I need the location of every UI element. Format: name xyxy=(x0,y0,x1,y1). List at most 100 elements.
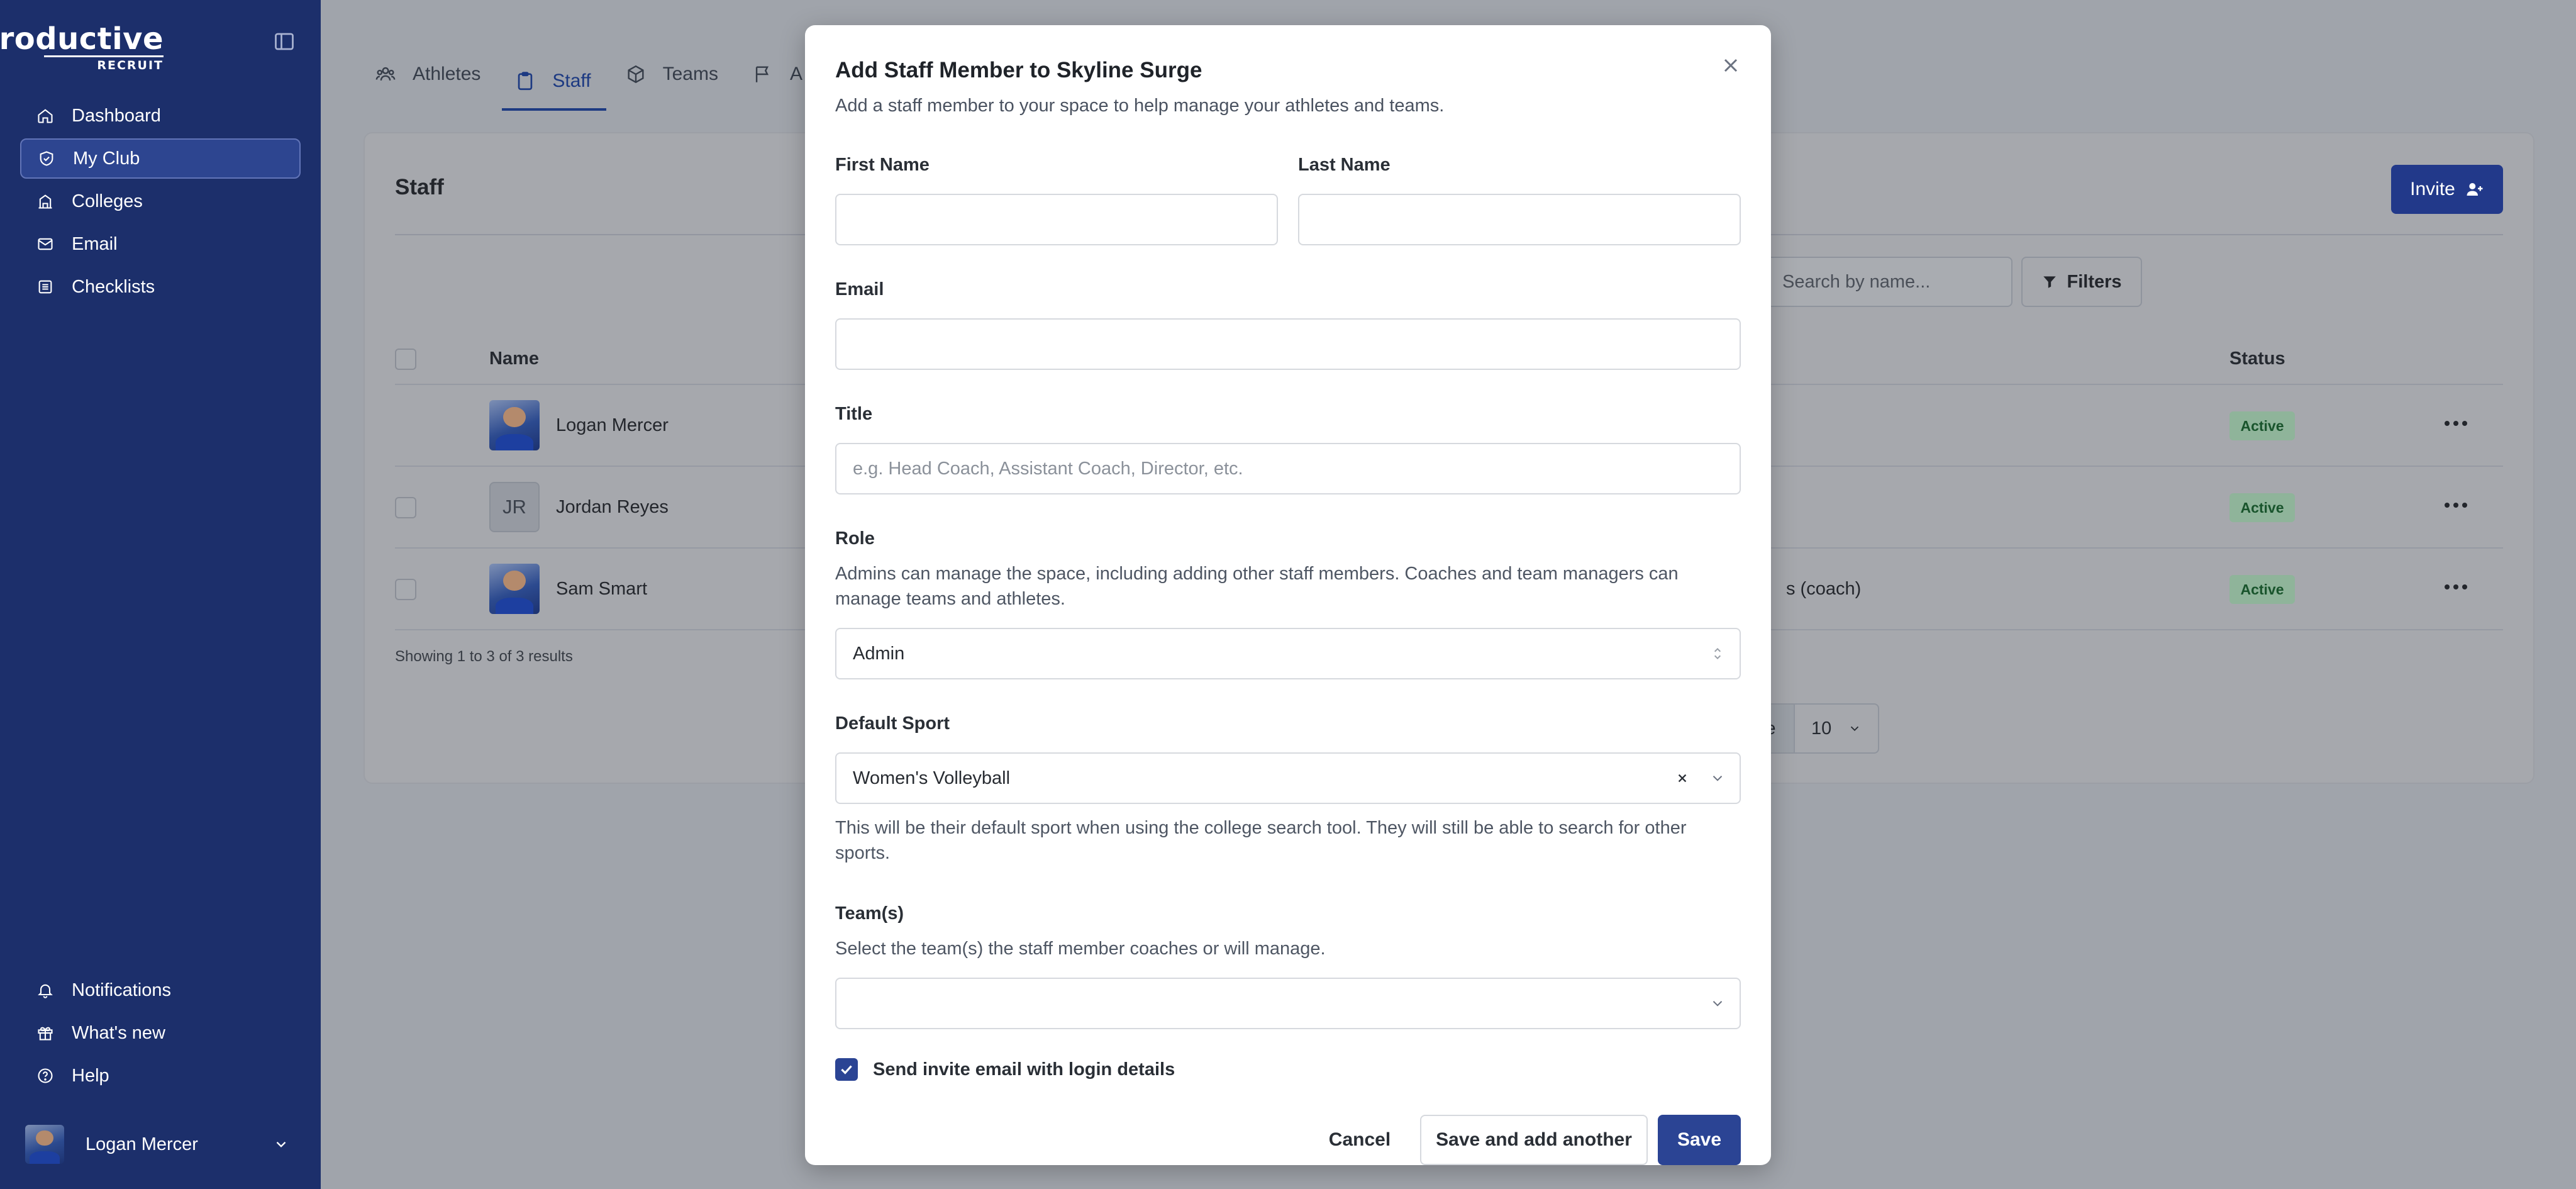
sidebar-item-label: Checklists xyxy=(72,276,155,297)
clipboard-icon xyxy=(518,72,533,91)
tab-staff[interactable]: Staff xyxy=(502,54,606,111)
role-select[interactable]: Admin xyxy=(835,628,1741,679)
sidebar-item-checklists[interactable]: Checklists xyxy=(20,267,301,307)
building-icon xyxy=(38,194,52,209)
role-help-line: Admins can manage the space, including a… xyxy=(835,564,1679,584)
sidebar-item-my-club[interactable]: My Club xyxy=(20,138,301,179)
more-options-icon[interactable] xyxy=(2441,496,2470,515)
user-name: Logan Mercer xyxy=(86,1134,198,1154)
first-name-label: First Name xyxy=(835,155,930,175)
sidebar-item-label: What's new xyxy=(72,1022,165,1043)
email-label: Email xyxy=(835,279,884,299)
column-header-status[interactable]: Status xyxy=(2229,349,2285,369)
staff-teams: s (coach) xyxy=(1786,579,1862,599)
sidebar-item-colleges[interactable]: Colleges xyxy=(20,181,301,221)
cancel-button[interactable]: Cancel xyxy=(1322,1115,1397,1165)
send-invite-option[interactable]: Send invite email with login details xyxy=(835,1058,1175,1081)
sidebar-item-label: My Club xyxy=(73,148,140,169)
chevron-down-icon[interactable] xyxy=(1709,770,1726,786)
teams-select[interactable] xyxy=(835,978,1741,1029)
list-icon xyxy=(38,280,52,294)
staff-name[interactable]: Logan Mercer xyxy=(556,415,669,436)
last-name-field[interactable] xyxy=(1298,194,1741,245)
sidebar: Productive RECRUIT Dashboard My Club Col… xyxy=(0,0,321,1189)
teams-help: Select the team(s) the staff member coac… xyxy=(835,939,1326,959)
status-badge: Active xyxy=(2229,411,2295,440)
close-icon[interactable] xyxy=(1719,54,1742,77)
per-page-value-wrap[interactable]: 10 xyxy=(1795,705,1878,752)
results-count: Showing 1 to 3 of 3 results xyxy=(395,648,573,665)
search-input[interactable]: Search by name... xyxy=(1731,257,2012,307)
role-help-line: manage teams and athletes. xyxy=(835,589,1065,609)
filter-icon xyxy=(2043,276,2057,288)
sport-select[interactable]: Women's Volleyball xyxy=(835,752,1741,804)
user-menu[interactable]: Logan Mercer xyxy=(25,1124,289,1165)
logo-subtitle: RECRUIT xyxy=(44,55,164,72)
sidebar-item-dashboard[interactable]: Dashboard xyxy=(20,96,301,136)
teams-label: Team(s) xyxy=(835,903,904,924)
staff-name[interactable]: Jordan Reyes xyxy=(556,497,669,518)
more-options-icon[interactable] xyxy=(2441,578,2470,596)
sidebar-item-label: Email xyxy=(72,233,118,254)
chevron-down-icon xyxy=(276,1141,286,1147)
sport-help-line: This will be their default sport when us… xyxy=(835,818,1687,838)
per-page-value: 10 xyxy=(1811,718,1832,739)
sport-value: Women's Volleyball xyxy=(853,768,1011,788)
sidebar-item-email[interactable]: Email xyxy=(20,224,301,264)
invite-button[interactable]: Invite xyxy=(2391,165,2503,214)
email-field[interactable] xyxy=(835,318,1741,370)
first-name-field[interactable] xyxy=(835,194,1278,245)
logo[interactable]: Productive RECRUIT xyxy=(0,23,164,72)
filters-button[interactable]: Filters xyxy=(2021,257,2142,307)
tab-label: Teams xyxy=(662,64,718,84)
updown-chevron-icon xyxy=(1714,648,1721,659)
staff-name[interactable]: Sam Smart xyxy=(556,579,647,600)
save-button[interactable]: Save xyxy=(1658,1115,1741,1165)
last-name-label: Last Name xyxy=(1298,155,1391,175)
avatar xyxy=(489,564,540,614)
home-icon xyxy=(38,109,53,123)
row-checkbox[interactable] xyxy=(395,497,416,518)
logo-wordmark: Productive xyxy=(0,21,164,57)
card-title: Staff xyxy=(395,175,444,199)
tab-athletes[interactable]: Athletes xyxy=(375,54,496,94)
title-placeholder: e.g. Head Coach, Assistant Coach, Direct… xyxy=(853,458,1243,479)
more-options-icon[interactable] xyxy=(2441,414,2470,433)
help-icon xyxy=(38,1068,53,1083)
filters-label: Filters xyxy=(2067,271,2122,292)
title-field[interactable]: e.g. Head Coach, Assistant Coach, Direct… xyxy=(835,443,1741,494)
sidebar-toggle-icon[interactable] xyxy=(273,30,298,53)
send-invite-label: Send invite email with login details xyxy=(873,1059,1175,1080)
sidebar-item-help[interactable]: Help xyxy=(20,1056,301,1096)
avatar xyxy=(489,400,540,450)
clear-icon[interactable] xyxy=(1674,770,1690,786)
select-all-checkbox[interactable] xyxy=(395,349,416,370)
user-plus-icon xyxy=(2467,183,2483,196)
send-invite-checkbox[interactable] xyxy=(835,1058,858,1081)
sidebar-item-notifications[interactable]: Notifications xyxy=(20,970,301,1010)
title-label: Title xyxy=(835,404,873,424)
modal-subtitle: Add a staff member to your space to help… xyxy=(835,96,1445,116)
tab-label: Athletes xyxy=(413,64,481,84)
sport-help: This will be their default sport when us… xyxy=(835,815,1753,866)
select-arrows xyxy=(1690,629,1726,678)
role-value: Admin xyxy=(853,643,905,664)
save-and-add-another-button[interactable]: Save and add another xyxy=(1420,1115,1648,1165)
sport-help-line: sports. xyxy=(835,843,891,863)
tab-label: A xyxy=(789,64,802,84)
tab-teams[interactable]: Teams xyxy=(625,54,733,94)
status-badge: Active xyxy=(2229,493,2295,522)
invite-label: Invite xyxy=(2410,179,2455,199)
row-checkbox[interactable] xyxy=(395,579,416,600)
sidebar-item-whats-new[interactable]: What's new xyxy=(20,1013,301,1053)
club-tabs: Athletes Staff Teams A xyxy=(375,54,836,111)
main-nav: Dashboard My Club Colleges Email Checkli… xyxy=(20,96,301,310)
search-placeholder: Search by name... xyxy=(1782,271,1931,292)
modal-title: Add Staff Member to Skyline Surge xyxy=(835,58,1202,82)
users-icon xyxy=(375,67,396,81)
sidebar-item-label: Colleges xyxy=(72,191,143,211)
role-help: Admins can manage the space, including a… xyxy=(835,561,1753,611)
avatar-initials: JR xyxy=(489,482,540,532)
column-header-name[interactable]: Name xyxy=(489,349,539,369)
gift-icon xyxy=(38,1027,53,1041)
